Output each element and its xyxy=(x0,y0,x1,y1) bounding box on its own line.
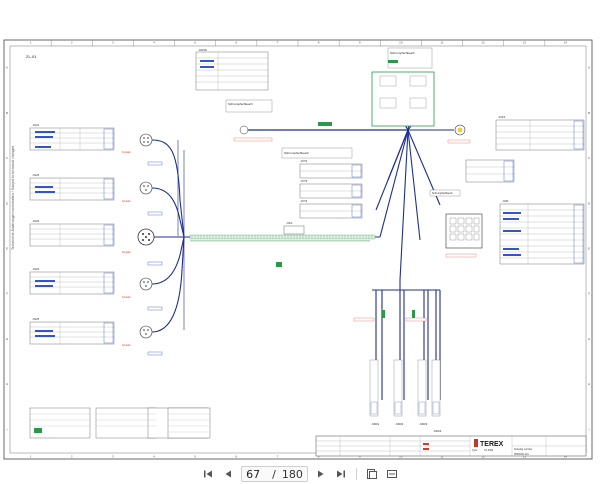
header-label: ZL-01 xyxy=(26,54,37,59)
row-letter: H xyxy=(588,382,590,386)
row-letter: A xyxy=(588,66,590,70)
row-letter: F xyxy=(6,292,8,296)
label-plug-4: -X30/4 xyxy=(433,429,442,433)
label-plug-3: -X30/3 xyxy=(419,422,428,426)
document-viewer: 1 1 2 2 3 3 4 4 5 5 6 6 7 7 8 8 9 9 10 10 11 11 12 12 13 13 14 14 A… xyxy=(0,0,600,484)
label-right-box: -X20 xyxy=(502,199,509,203)
last-page-icon[interactable] xyxy=(334,467,348,481)
label-right-top: -K3/1 xyxy=(498,115,506,119)
type-value: TA 4000 xyxy=(484,449,494,452)
row-letter: A xyxy=(6,66,8,70)
label-center: -X10 xyxy=(286,221,293,225)
table-x2-3 xyxy=(29,223,115,247)
first-page-icon[interactable] xyxy=(201,467,215,481)
connector-symbol xyxy=(139,181,153,195)
drawing-value: 0000000-114 xyxy=(514,453,529,456)
label-mid3: -X7/4 xyxy=(300,199,308,203)
row-letter: H xyxy=(6,382,8,386)
page-number-box: / 180 xyxy=(241,466,308,482)
connector-symbol xyxy=(139,133,153,147)
row-letter: F xyxy=(588,292,590,296)
note-mid: Schrumpfschlauch xyxy=(284,151,309,155)
brand-logo: TEREX xyxy=(480,441,504,448)
title-block: TEREX Type TA 4000 Drawing number 000000… xyxy=(315,435,587,457)
fit-page-icon[interactable] xyxy=(365,467,379,481)
label-x2-5: -X2/5 xyxy=(32,317,40,321)
row-letter: E xyxy=(6,247,8,251)
toolbar-divider xyxy=(355,468,357,480)
connector-symbol xyxy=(139,277,153,291)
pdf-navigation-toolbar: / 180 xyxy=(0,464,600,484)
legend-area xyxy=(29,407,211,439)
column-number: 10 xyxy=(399,41,403,45)
column-number: 14 xyxy=(564,41,568,45)
label-x2-4: -X2/4 xyxy=(32,267,40,271)
red-label: Kontakt xyxy=(122,151,131,154)
label-x2-3: -X2/3 xyxy=(32,219,40,223)
table-x2-1 xyxy=(29,127,115,151)
red-label: Kontakt xyxy=(122,344,131,347)
note-box-right: Schrumpfschlauch xyxy=(432,192,453,195)
red-label: Kontakt xyxy=(122,200,131,203)
label-mid2: -X7/3 xyxy=(300,179,308,183)
next-page-icon[interactable] xyxy=(314,467,328,481)
note-top-mid: Schrumpfschlauch xyxy=(228,102,253,106)
page-total: 180 xyxy=(281,467,303,481)
upper-table: -X2/16 xyxy=(195,48,269,91)
row-letter: B xyxy=(6,111,8,115)
red-label: Kontakt xyxy=(122,296,131,299)
red-label: Kontakt xyxy=(122,251,131,254)
sidebar-note: Technische Änderungen vorbehalten / Subj… xyxy=(11,145,15,250)
label-plug-1: -X30/1 xyxy=(371,422,380,426)
label-x2-2: -X2/2 xyxy=(32,173,40,177)
page-separator: / xyxy=(272,467,276,481)
drawing-label: Drawing number xyxy=(514,448,533,451)
label-mid1: -X7/2 xyxy=(300,159,308,163)
table-x2-4 xyxy=(29,271,115,295)
label-plug-2: -X30/2 xyxy=(395,422,404,426)
connector-symbol xyxy=(139,325,153,339)
column-number: 12 xyxy=(481,41,485,45)
table-x2-5 xyxy=(29,321,115,345)
previous-page-icon[interactable] xyxy=(221,467,235,481)
fit-width-icon[interactable] xyxy=(385,467,399,481)
page-number-input[interactable] xyxy=(246,467,267,481)
table-x2-2 xyxy=(29,177,115,201)
label-x2-1: -X2/1 xyxy=(32,123,40,127)
column-number: 13 xyxy=(523,41,527,45)
row-letter: E xyxy=(588,247,590,251)
type-label: Type xyxy=(472,449,478,452)
label-top: -X2/16 xyxy=(198,48,207,52)
column-number: 11 xyxy=(440,41,443,45)
row-letter: B xyxy=(588,111,590,115)
note-upper-right: Schrumpfschlauch xyxy=(390,51,415,55)
harness-ruler xyxy=(189,234,376,242)
wiring-diagram-page: 11223344556677889910101111121213131414 A… xyxy=(3,39,593,460)
